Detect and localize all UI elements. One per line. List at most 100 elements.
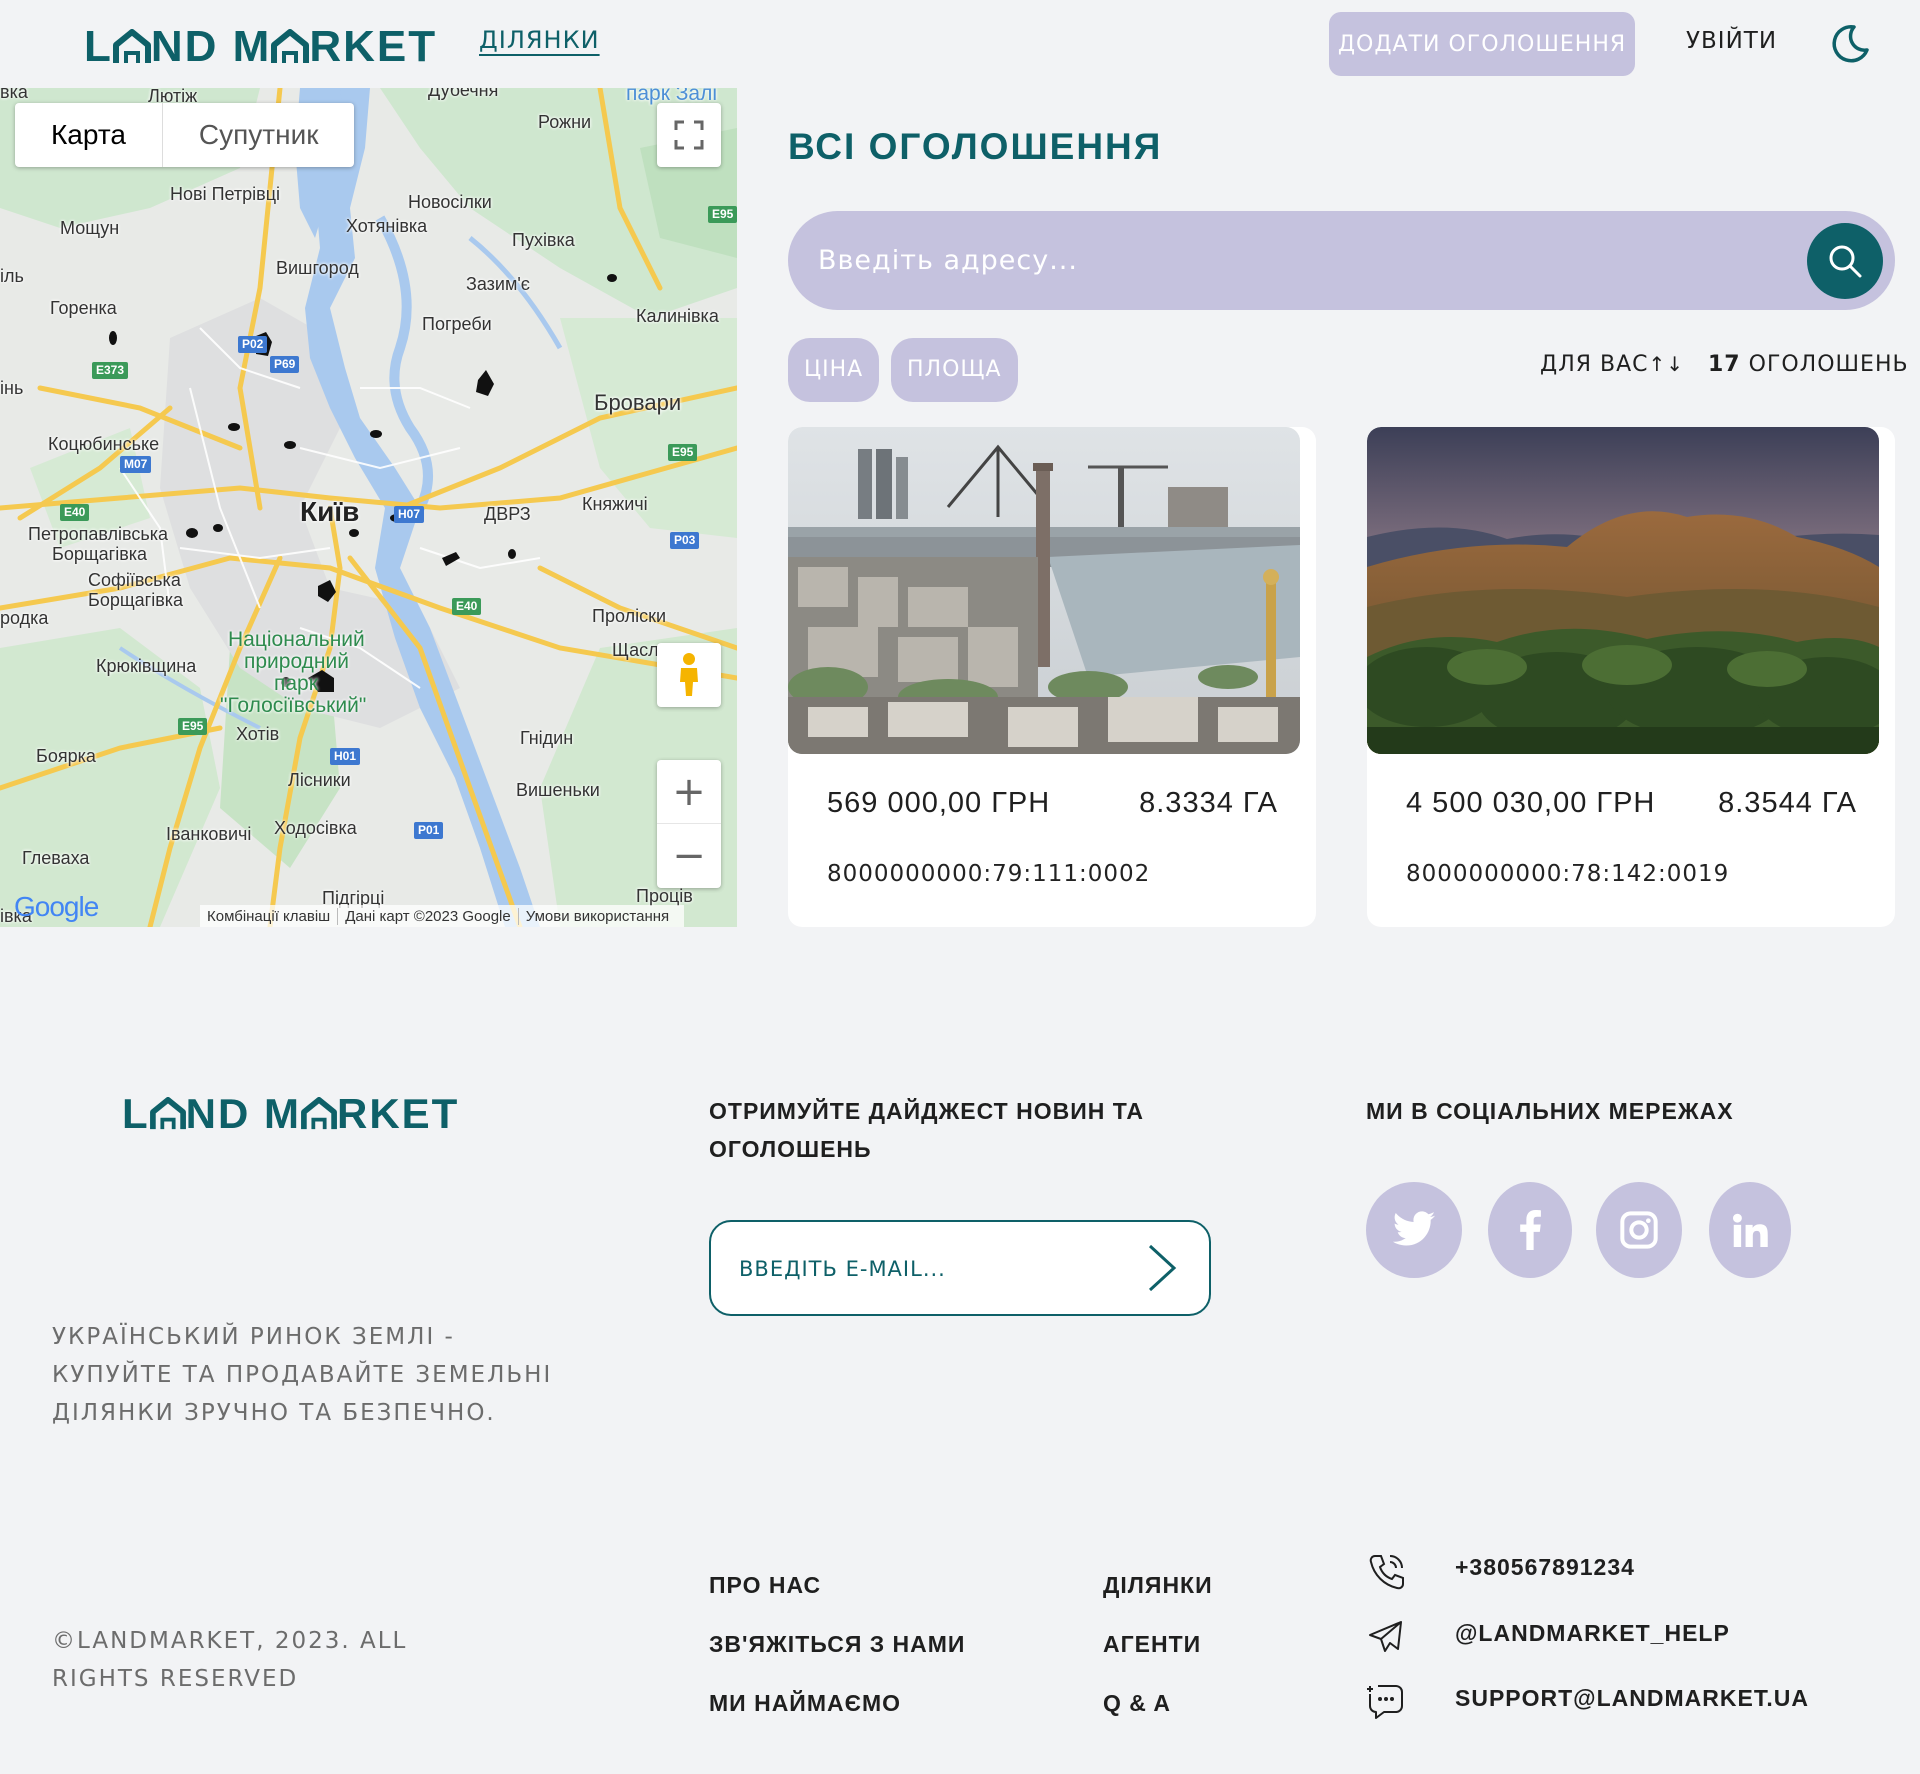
filter-price-chip[interactable]: ЦІНА [788,338,880,402]
login-button[interactable]: УВІЙТИ [1686,28,1777,54]
zoom-out-button[interactable]: − [657,824,721,887]
map-label: Гнідин [520,728,574,748]
search-button[interactable] [1807,223,1883,299]
map-type-map-button[interactable]: Карта [15,103,162,167]
footer-link-agents[interactable]: АГЕНТИ [1103,1631,1201,1658]
contact-phone[interactable]: +380567891234 [1455,1554,1635,1581]
map-label: Коцюбинське [48,434,160,454]
footer-link-about[interactable]: ПРО НАС [709,1572,821,1599]
map-label: Глеваха [22,848,90,868]
sort-selector[interactable]: ДЛЯ ВАС↑↓ [1540,352,1684,377]
contact-email[interactable]: SUPPORT@LANDMARKET.UA [1455,1685,1809,1712]
map-label: Проліски [592,606,666,626]
google-logo-text: Google [14,891,99,922]
map-label: Боярка [36,746,96,766]
footer-copyright: ©LANDMARKET, 2023. ALL RIGHTS RESERVED [52,1628,408,1692]
map-type-satellite-button[interactable]: Супутник [161,103,355,167]
filter-area-chip[interactable]: ПЛОЩА [891,338,1018,402]
digest-title: ОТРИМУЙТЕ ДАЙДЖЕСТ НОВИН ТА ОГОЛОШЕНЬ [709,1098,1144,1162]
map-label: Лісники [288,770,351,790]
map-label: Національний [228,628,365,651]
footer-link-qa[interactable]: Q & A [1103,1690,1171,1717]
listing-area: 8.3544 ГА [1718,787,1857,819]
street-view-pegman[interactable] [657,643,721,707]
keyboard-shortcuts-link[interactable]: Комбінації клавіш [200,907,339,925]
city-panorama-photo [788,427,1300,754]
road-badge: E373 [92,362,129,379]
listings-title: ВСІ ОГОЛОШЕННЯ [788,126,1163,167]
listing-cadastral-number: 8000000000:79:111:0002 [827,861,1151,887]
map-view[interactable]: Лютіж Дубечня парк Залі Рожни Нові Петрі… [0,88,737,927]
map-label: Нові Петрівці [170,184,281,204]
listing-cadastral-number: 8000000000:78:142:0019 [1406,861,1730,887]
footer-tagline: УКРАЇНСЬКИЙ РИНОК ЗЕМЛІ - КУПУЙТЕ ТА ПРО… [52,1324,553,1426]
nav-plots-link[interactable]: ДІЛЯНКИ [479,26,600,54]
footer-link-contact[interactable]: ЗВ'ЯЖІТЬСЯ З НАМИ [709,1631,965,1658]
mountain-sunset-photo [1367,427,1879,754]
listing-card[interactable]: 569 000,00 ГРН 8.3334 ГА 8000000000:79:1… [788,427,1316,927]
listings-count: 17 ОГОЛОШЕНЬ [1708,352,1909,377]
map-label: Ходосівка [274,818,357,838]
listings-count-label: ОГОЛОШЕНЬ [1748,352,1909,377]
listing-card[interactable]: 4 500 030,00 ГРН 8.3544 ГА 8000000000:78… [1367,427,1895,927]
road-badge: H07 [394,506,425,523]
footer-link-careers[interactable]: МИ НАЙМАЄМО [709,1690,901,1717]
linkedin-button[interactable] [1709,1182,1791,1278]
add-listing-button[interactable]: ДОДАТИ ОГОЛОШЕННЯ [1329,12,1635,76]
map-label: Щасл [612,640,659,660]
map-attribution: Комбінації клавіш Дані карт ©2023 Google… [200,905,685,927]
map-label: родка [0,608,49,628]
map-label: Проців [636,886,693,906]
map-label: вка [0,88,28,102]
map-type-toggle: Карта Супутник [15,103,355,167]
facebook-button[interactable] [1488,1182,1572,1278]
zoom-in-button[interactable]: + [657,760,721,824]
search-icon [1829,245,1862,278]
road-badge: M07 [120,456,152,473]
chat-icon [1367,1685,1403,1719]
telegram-icon [1369,1621,1402,1652]
listings-count-number: 17 [1708,352,1741,377]
map-label-kyiv: Київ [300,496,360,527]
map-label: Хотянівка [346,216,428,236]
house-a-icon [149,1097,186,1130]
footer-logo[interactable]: L ND M RKET [122,1090,459,1138]
zoom-control: + − [657,760,721,888]
site-header: L ND M RKET ДІЛЯНКИ ДОДАТИ ОГОЛОШЕННЯ УВ… [0,0,1920,88]
instagram-icon [1620,1211,1658,1249]
map-label: Хотів [236,724,280,744]
chevron-right-icon[interactable] [1140,1240,1184,1296]
map-label: Софіївська [88,570,181,590]
map-label: Зазим'є [466,274,530,294]
twitter-button[interactable] [1366,1182,1462,1278]
road-badge: E95 [178,718,208,735]
fullscreen-button[interactable] [657,103,721,167]
map-label: Рожни [538,112,592,132]
contact-telegram[interactable]: @LANDMARKET_HELP [1455,1620,1730,1647]
map-label: Калинівка [636,306,719,326]
newsletter-form [709,1220,1211,1316]
map-label: Мощун [60,218,120,238]
sort-label: ДЛЯ ВАС [1540,352,1649,377]
newsletter-email-input[interactable] [739,1246,1129,1292]
map-label: Дубечня [428,88,499,100]
logo-text-rket: RKET [309,22,438,71]
facebook-icon [1520,1210,1541,1250]
logo-text-rket: RKET [336,1090,460,1137]
map-label: Крюківщина [96,656,197,676]
footer-link-plots[interactable]: ДІЛЯНКИ [1103,1572,1213,1599]
address-search [788,211,1895,310]
address-search-input[interactable] [818,235,1768,285]
instagram-button[interactable] [1596,1182,1682,1278]
road-badge: P03 [670,532,700,549]
map-label: ДВРЗ [484,504,531,524]
road-badge: H01 [330,748,361,765]
logo[interactable]: L ND M RKET [84,22,437,72]
road-badge: E40 [60,504,90,521]
logo-text-l: L [84,22,113,71]
terms-of-use-link[interactable]: Умови використання [519,908,676,925]
moon-icon[interactable] [1828,22,1872,66]
listing-price: 569 000,00 ГРН [827,787,1051,819]
map-label: Погреби [422,314,492,334]
map-label: Борщагівка [88,590,184,610]
